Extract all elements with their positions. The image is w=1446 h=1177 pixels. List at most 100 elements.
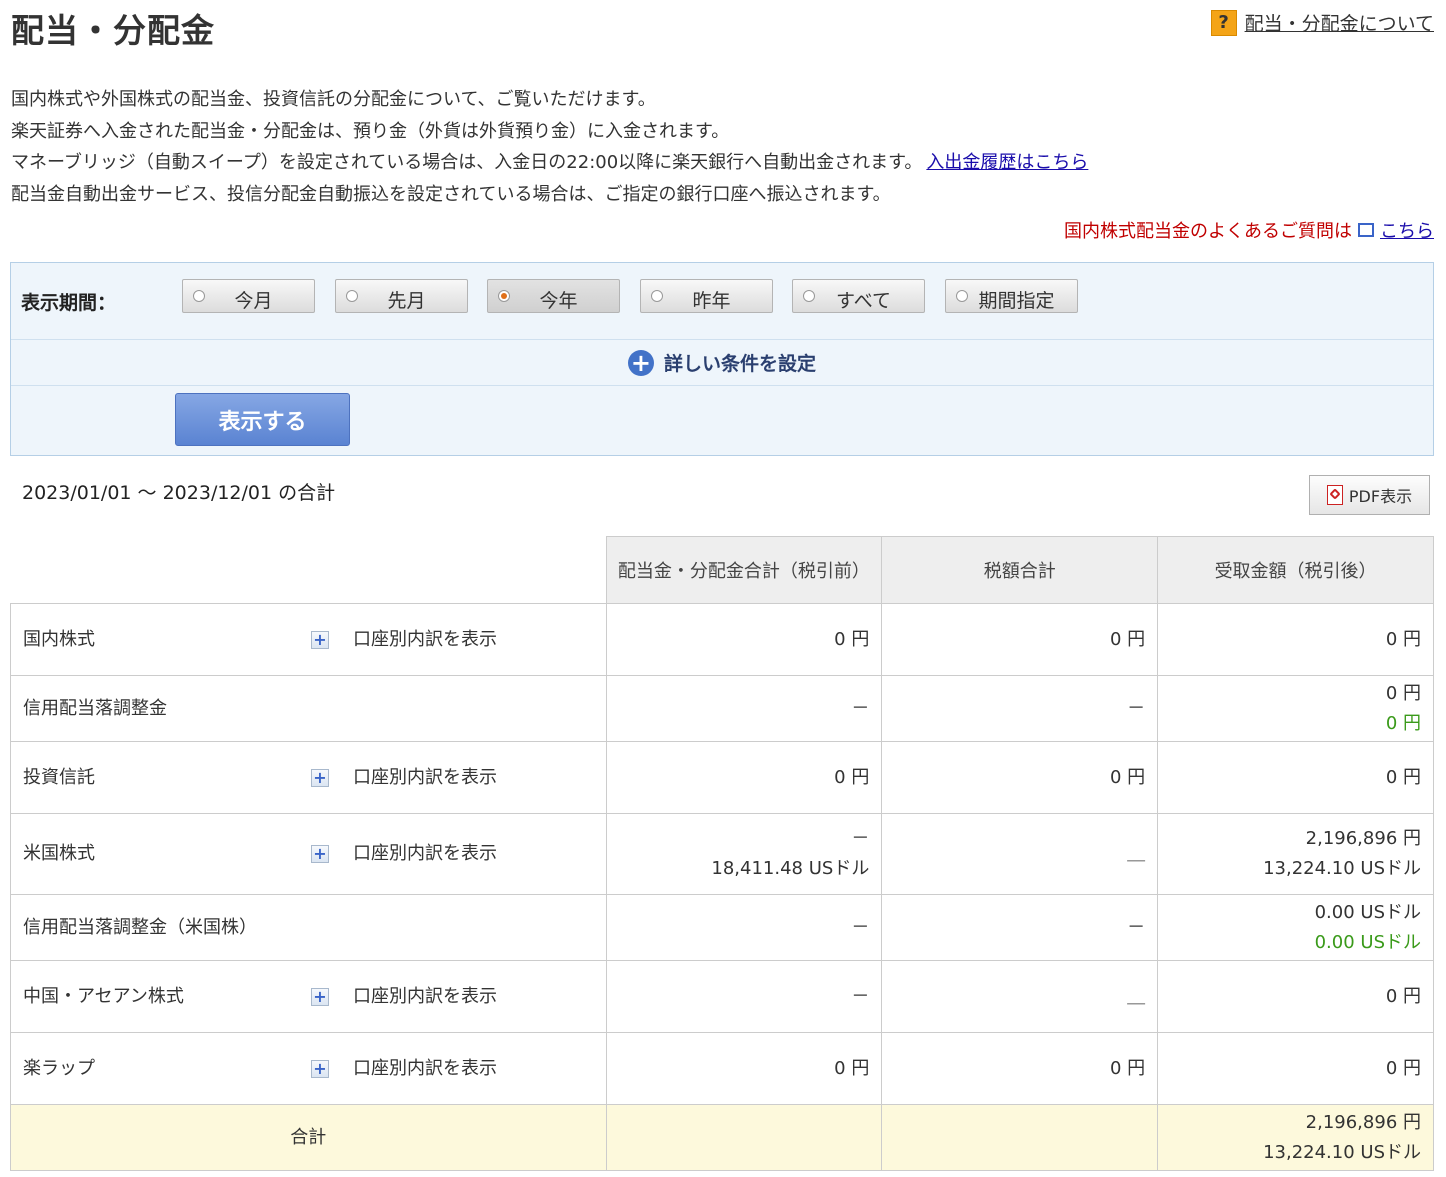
header-empty: [10, 536, 607, 604]
filter-panel: 表示期間： 今月 先月 今年 昨年 すべて 期間指定 + 詳しい条件を設定 表示…: [10, 262, 1434, 456]
plus-square-icon[interactable]: +: [311, 1059, 329, 1078]
cell-tax: ＿: [881, 960, 1159, 1033]
row-name: 中国・アセアン株式 + 口座別内訳を表示: [10, 960, 607, 1033]
help-link-group[interactable]: ? 配当・分配金について: [1210, 9, 1434, 36]
expand-account-breakdown[interactable]: + 口座別内訳を表示: [311, 625, 497, 655]
expand-label[interactable]: 口座別内訳を表示: [353, 982, 497, 1012]
cell-value: 0 円: [1109, 766, 1146, 788]
cell-value: －: [851, 985, 870, 1007]
period-option-last-month[interactable]: 先月: [335, 279, 468, 313]
row-label: 楽ラップ: [23, 1057, 95, 1079]
cell-value-adjustment: 0.00 USドル: [1314, 931, 1421, 953]
cell-value: 0 円: [834, 628, 870, 650]
period-option-all[interactable]: すべて: [792, 279, 925, 313]
deposit-history-link[interactable]: 入出金履歴はこちら: [926, 152, 1088, 173]
cell-post-tax: 0 円: [1157, 603, 1434, 676]
expand-label[interactable]: 口座別内訳を表示: [353, 763, 497, 793]
expand-label[interactable]: 口座別内訳を表示: [353, 839, 497, 869]
cell-value: 0 円: [1385, 766, 1421, 788]
total-post-tax: 2,196,896 円 13,224.10 USドル: [1157, 1104, 1434, 1171]
cell-value: －: [1127, 916, 1146, 938]
cell-value: 0 円: [834, 1057, 870, 1079]
cell-tax: 0 円: [881, 603, 1159, 676]
intro-text: 国内株式や外国株式の配当金、投資信託の分配金について、ご覧いただけます。 楽天証…: [11, 84, 1088, 210]
cell-pre-tax: －: [605, 894, 883, 961]
expand-account-breakdown[interactable]: + 口座別内訳を表示: [311, 763, 497, 793]
expand-label[interactable]: 口座別内訳を表示: [353, 625, 497, 655]
row-name: 投資信託 + 口座別内訳を表示: [10, 741, 607, 814]
plus-square-icon[interactable]: +: [311, 630, 329, 649]
cell-tax: 0 円: [881, 1032, 1159, 1105]
period-row: 表示期間： 今月 先月 今年 昨年 すべて 期間指定: [11, 263, 1433, 340]
intro-line-3-text: マネーブリッジ（自動スイープ）を設定されている場合は、入金日の22:00以降に楽…: [11, 152, 923, 173]
cell-value: －: [851, 697, 870, 719]
row-name: 米国株式 + 口座別内訳を表示: [10, 813, 607, 895]
faq-text: 国内株式配当金のよくあるご質問は: [1064, 221, 1352, 242]
table-row: 中国・アセアン株式 + 口座別内訳を表示 － ＿ 0 円: [10, 960, 1434, 1033]
cell-tax: ＿: [881, 813, 1159, 895]
advanced-conditions-toggle[interactable]: + 詳しい条件を設定: [11, 340, 1433, 386]
cell-value: 0 円: [1109, 628, 1146, 650]
pdf-button[interactable]: PDF表示: [1309, 475, 1430, 515]
period-option-this-month[interactable]: 今月: [182, 279, 315, 313]
period-option-last-year[interactable]: 昨年: [640, 279, 773, 313]
row-label: 国内株式: [23, 628, 95, 650]
cell-value: 0 円: [1385, 985, 1421, 1007]
plus-square-icon[interactable]: +: [311, 987, 329, 1006]
plus-square-icon[interactable]: +: [311, 845, 329, 863]
expand-label[interactable]: 口座別内訳を表示: [353, 1054, 497, 1084]
cell-value: ＿: [1127, 985, 1146, 1007]
cell-pre-tax: 0 円: [605, 603, 883, 676]
faq-link[interactable]: こちら: [1380, 217, 1434, 243]
table-row: 投資信託 + 口座別内訳を表示 0 円 0 円 0 円: [10, 741, 1434, 814]
pdf-icon: [1326, 485, 1343, 505]
intro-line-3: マネーブリッジ（自動スイープ）を設定されている場合は、入金日の22:00以降に楽…: [11, 147, 1088, 179]
advanced-conditions-label: 詳しい条件を設定: [663, 353, 816, 375]
period-option-custom[interactable]: 期間指定: [945, 279, 1078, 313]
intro-line-2: 楽天証券へ入金された配当金・分配金は、預り金（外貨は外貨預り金）に入金されます。: [11, 120, 730, 142]
intro-line-1: 国内株式や外国株式の配当金、投資信託の分配金について、ご覧いただけます。: [11, 89, 656, 110]
cell-value: 0 円: [834, 766, 870, 788]
help-link[interactable]: 配当・分配金について: [1245, 9, 1434, 36]
total-label: 合計: [10, 1104, 607, 1171]
cell-value: 0 円: [1385, 1057, 1421, 1079]
cell-tax: 0 円: [881, 741, 1159, 814]
period-label: 表示期間：: [21, 292, 117, 314]
external-window-icon: [1358, 223, 1374, 237]
cell-value: 0 円: [1109, 1057, 1146, 1079]
cell-pre-tax: 0 円: [605, 1032, 883, 1105]
expand-account-breakdown[interactable]: + 口座別内訳を表示: [311, 1054, 497, 1084]
cell-post-tax: 0 円0 円: [1157, 675, 1434, 742]
plus-square-icon[interactable]: +: [311, 768, 329, 787]
header-pre-tax: 配当金・分配金合計（税引前）: [605, 536, 883, 604]
cell-post-tax: 0 円: [1157, 1032, 1434, 1105]
row-name: 信用配当落調整金（米国株）: [10, 894, 607, 961]
row-label: 信用配当落調整金: [23, 697, 167, 719]
table-row: 米国株式 + 口座別内訳を表示 － 18,411.48 USドル ＿ 2,196,896 円…: [10, 813, 1434, 895]
expand-account-breakdown[interactable]: + 口座別内訳を表示: [311, 839, 497, 869]
row-label: 中国・アセアン株式: [23, 985, 184, 1007]
total-pre-tax: [605, 1104, 883, 1171]
cell-value: 13,224.10 USドル: [1263, 858, 1421, 879]
expand-account-breakdown[interactable]: + 口座別内訳を表示: [311, 982, 497, 1012]
row-name: 楽ラップ + 口座別内訳を表示: [10, 1032, 607, 1105]
cell-value: ＿: [1127, 843, 1146, 864]
period-option-this-year[interactable]: 今年: [487, 279, 620, 313]
row-label: 投資信託: [23, 766, 95, 788]
header-tax: 税額合計: [881, 536, 1159, 604]
cell-post-tax: 0.00 USドル 0.00 USドル: [1157, 894, 1434, 961]
cell-pre-tax: －: [605, 675, 883, 742]
cell-value-adjustment: 0 円: [1385, 712, 1421, 734]
cell-value: －: [851, 916, 870, 938]
faq-line: 国内株式配当金のよくあるご質問は こちら: [1064, 217, 1434, 243]
cell-value: 13,224.10 USドル: [1263, 1141, 1421, 1163]
show-button[interactable]: 表示する: [175, 393, 350, 446]
cell-post-tax: 0 円: [1157, 960, 1434, 1033]
cell-post-tax: 2,196,896 円 13,224.10 USドル: [1157, 813, 1434, 895]
cell-value: 0.00 USドル: [1314, 901, 1421, 923]
cell-tax: －: [881, 675, 1159, 742]
pdf-button-label: PDF表示: [1348, 487, 1413, 506]
cell-value: 0 円: [1385, 628, 1421, 650]
cell-pre-tax: － 18,411.48 USドル: [605, 813, 883, 895]
intro-line-4: 配当金自動出金サービス、投信分配金自動振込を設定されている場合は、ご指定の銀行口…: [11, 183, 891, 205]
